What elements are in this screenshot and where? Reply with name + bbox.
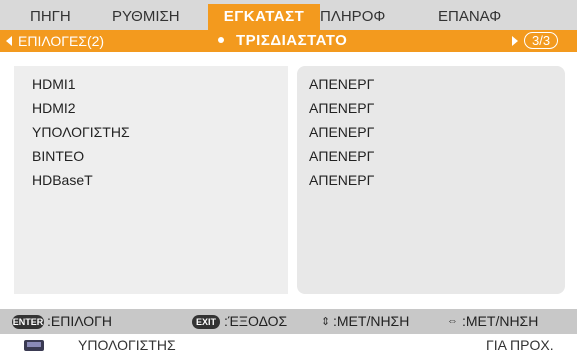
help-leftright-text: :ΜΕΤ/ΝΗΣΗ [462, 313, 539, 329]
setting-label-hdmi1[interactable]: HDMI1 [32, 76, 76, 92]
left-right-arrow-icon: ⇔ [447, 315, 458, 327]
status-for-advanced: ΓΙΑ ΠΡΟΧ. [486, 337, 554, 353]
setting-label-hdmi2[interactable]: HDMI2 [32, 100, 76, 116]
tab-reset[interactable]: ΕΠΑΝΑΦ [438, 4, 538, 30]
setting-label-video[interactable]: ΒΙΝΤΕΟ [32, 148, 84, 164]
triangle-right-icon [512, 36, 518, 46]
setting-label-computer[interactable]: ΥΠΟΛΟΓΙΣΤΗΣ [32, 124, 130, 140]
page-indicator[interactable]: 3/3 [512, 30, 559, 52]
sub-tab-bar: ΕΠΙΛΟΓΕΣ(2) ΤΡΙΣΔΙΑΣΤΑΤΟ 3/3 [0, 30, 577, 52]
tab-info[interactable]: ΠΛΗΡΟΦ [320, 4, 438, 30]
status-bar: ΥΠΟΛΟΓΙΣΤΗΣ ΓΙΑ ΠΡΟΧ. [0, 334, 577, 357]
help-bar: ENTER :ΕΠΙΛΟΓΗ EXIT :ΈΞΟΔΟΣ ⇕ :ΜΕΤ/ΝΗΣΗ … [0, 309, 577, 334]
computer-monitor-icon [24, 340, 44, 351]
page-number: 3/3 [524, 32, 559, 49]
setting-value-hdmi1[interactable]: ΑΠΕΝΕΡΓ [309, 76, 374, 92]
tab-source[interactable]: ΠΗΓΗ [30, 4, 112, 30]
subtab-3d-label: ΤΡΙΣΔΙΑΣΤΑΤΟ [236, 32, 348, 49]
up-down-arrow-icon: ⇕ [321, 316, 331, 328]
main-tab-bar: ΠΗΓΗ ΡΥΘΜΙΣΗ ΕΓΚΑΤΑΣΤ ΠΛΗΡΟΦ ΕΠΑΝΑΦ [0, 0, 577, 30]
setting-value-hdbaset[interactable]: ΑΠΕΝΕΡΓ [309, 172, 374, 188]
setting-value-video[interactable]: ΑΠΕΝΕΡΓ [309, 148, 374, 164]
subtab-3d[interactable]: ΤΡΙΣΔΙΑΣΤΑΤΟ [218, 30, 347, 52]
enter-key-icon: ENTER [12, 315, 44, 329]
exit-key-icon: EXIT [192, 315, 220, 329]
help-exit-text: :ΈΞΟΔΟΣ [224, 313, 288, 329]
tab-installation[interactable]: ΕΓΚΑΤΑΣΤ [208, 4, 320, 30]
setting-label-hdbaset[interactable]: HDBaseT [32, 172, 93, 188]
subtab-options-2-label: ΕΠΙΛΟΓΕΣ(2) [18, 33, 105, 49]
projector-osd-menu: ΠΗΓΗ ΡΥΘΜΙΣΗ ΕΓΚΑΤΑΣΤ ΠΛΗΡΟΦ ΕΠΑΝΑΦ ΕΠΙΛ… [0, 0, 577, 357]
setting-value-hdmi2[interactable]: ΑΠΕΝΕΡΓ [309, 100, 374, 116]
setting-value-computer[interactable]: ΑΠΕΝΕΡΓ [309, 124, 374, 140]
help-updown-text: :ΜΕΤ/ΝΗΣΗ [333, 313, 410, 329]
triangle-left-icon [6, 36, 12, 46]
status-source: ΥΠΟΛΟΓΙΣΤΗΣ [78, 337, 176, 353]
help-enter-text: :ΕΠΙΛΟΓΗ [47, 313, 112, 329]
tab-setup[interactable]: ΡΥΘΜΙΣΗ [112, 4, 208, 30]
subtab-options-2[interactable]: ΕΠΙΛΟΓΕΣ(2) [6, 30, 104, 52]
selected-dot-icon [218, 37, 224, 43]
